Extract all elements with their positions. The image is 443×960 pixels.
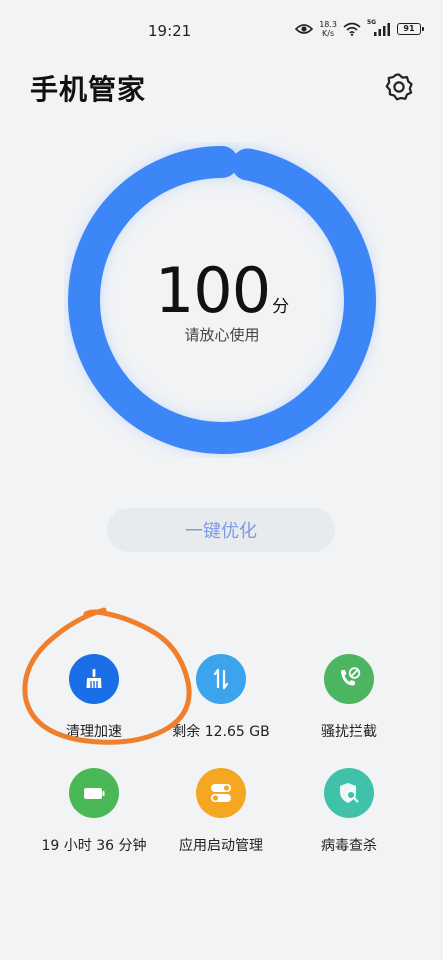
broom-icon [86,669,102,688]
feature-icon-bg [196,768,246,818]
feature-label: 病毒查杀 [321,838,377,854]
feature-icon-bg [69,654,119,704]
network-speed-unit: K/s [322,29,335,38]
battery-icon: 91 [397,23,424,35]
feature-icon-bg [324,654,374,704]
feature-icon-bg [69,768,119,818]
eye-icon [295,24,314,34]
feature-app-launch[interactable]: 应用启动管理 [151,768,291,855]
toggle-icon [211,784,231,802]
settings-button[interactable] [382,70,416,104]
network-speed: 18.3 K/s [319,20,337,38]
gear-icon [385,73,413,101]
optimize-button[interactable]: 一键优化 [107,508,335,552]
storage-icon [213,668,229,690]
page-title: 手机管家 [30,73,147,106]
wifi-icon [343,22,361,36]
feature-virus-scan[interactable]: 病毒查杀 [279,768,419,855]
feature-label: 骚扰拦截 [321,724,377,740]
feature-label: 应用启动管理 [179,838,263,854]
block-call-icon [341,667,361,686]
score-display: 100 分 [64,254,380,327]
battery-icon [84,788,105,799]
signal-icon [374,23,390,36]
status-time: 19:21 [148,22,192,40]
feature-storage[interactable]: 剩余 12.65 GB [151,654,291,741]
signal-indicator: 5G [367,19,391,37]
feature-label: 清理加速 [66,724,122,740]
score-subtitle: 请放心使用 [184,326,260,344]
feature-battery[interactable]: 19 小时 36 分钟 [24,768,164,855]
score-value: 100 [154,254,271,327]
feature-label: 19 小时 36 分钟 [41,838,147,854]
feature-spam-block[interactable]: 骚扰拦截 [279,654,419,741]
status-bar: 19:21 18.3 K/s 5G 91 [0,0,443,60]
status-icons: 18.3 K/s 5G 91 [295,19,424,38]
feature-icon-bg [196,654,246,704]
shield-search-icon [340,783,359,803]
score-unit: 分 [272,297,290,317]
feature-icon-bg [324,768,374,818]
score-ring: 100 分 请放心使用 [64,142,380,458]
network-speed-value: 18.3 [319,20,337,29]
feature-clean-speedup[interactable]: 清理加速 [24,654,164,741]
feature-label: 剩余 12.65 GB [172,724,270,740]
